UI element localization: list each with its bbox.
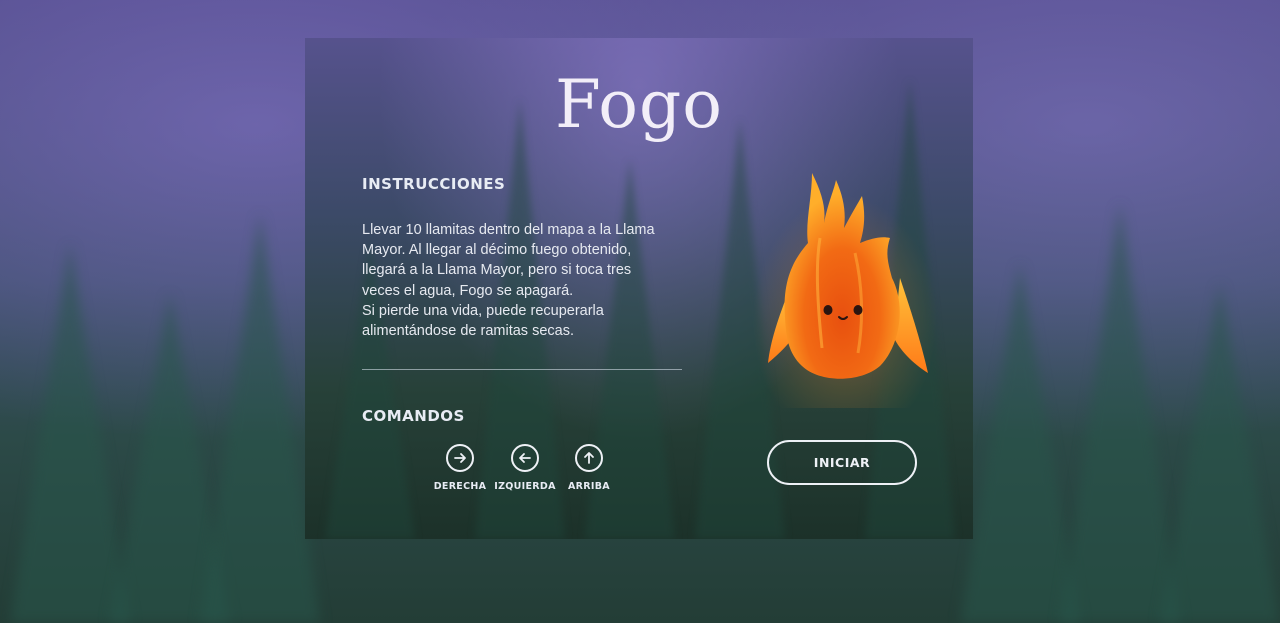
command-right: DERECHA bbox=[425, 444, 495, 492]
commands-heading: COMANDOS bbox=[362, 407, 465, 425]
instructions-heading: INSTRUCCIONES bbox=[362, 175, 506, 193]
command-up: ARRIBA bbox=[554, 444, 624, 492]
instructions-line: alimentándose de ramitas secas. bbox=[362, 323, 574, 340]
instructions-line: Mayor. Al llegar al décimo fuego obtenid… bbox=[362, 242, 632, 259]
right-eye bbox=[853, 305, 863, 315]
instructions-line: Llevar 10 llamitas dentro del mapa a la … bbox=[362, 222, 655, 238]
instructions-text: Llevar 10 llamitas dentro del mapa a la … bbox=[362, 220, 682, 341]
game-title: Fogo bbox=[555, 66, 723, 143]
command-left: IZQUIERDA bbox=[490, 444, 560, 492]
arrow-right-icon bbox=[446, 444, 474, 472]
instructions-line: Si pierde una vida, puede recuperarla bbox=[362, 302, 604, 319]
section-divider bbox=[362, 369, 682, 370]
left-eye bbox=[823, 305, 833, 315]
flame-icon bbox=[768, 173, 928, 379]
command-label: IZQUIERDA bbox=[494, 481, 556, 492]
arrow-up-icon bbox=[575, 444, 603, 472]
instructions-line: veces el agua, Fogo se apagará. bbox=[362, 282, 574, 299]
fogo-character bbox=[740, 168, 950, 408]
instructions-line: llegará a la Llama Mayor, pero si toca t… bbox=[362, 262, 632, 279]
command-label: DERECHA bbox=[433, 481, 487, 492]
command-label: ARRIBA bbox=[568, 481, 610, 492]
arrow-left-icon bbox=[511, 444, 539, 472]
start-menu-panel: Fogo INSTRUCCIONES Llevar 10 llamitas de… bbox=[305, 38, 973, 539]
start-button[interactable]: INICIAR bbox=[767, 440, 917, 485]
